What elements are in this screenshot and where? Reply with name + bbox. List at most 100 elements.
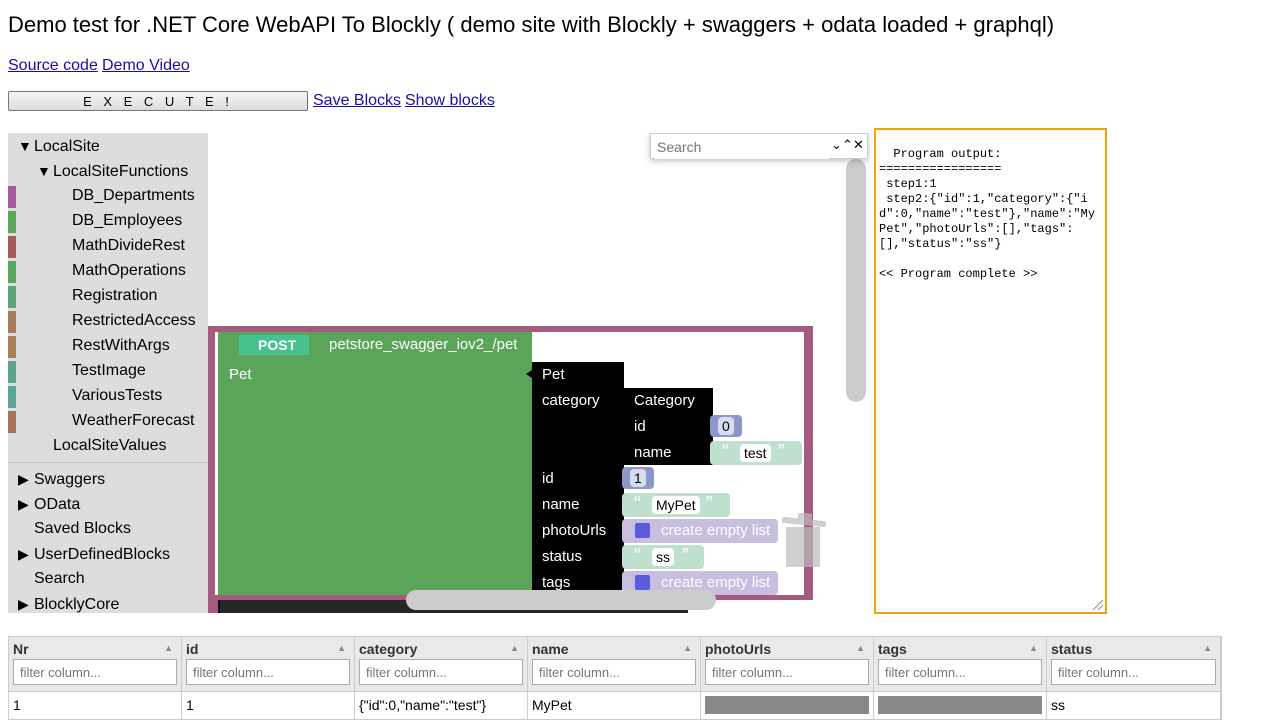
results-grid: Nr▲1id▲1category▲{"id":0,"name":"test"}n… xyxy=(8,636,1222,720)
column-header[interactable]: id ▲ xyxy=(182,637,355,691)
demo-video-link[interactable]: Demo Video xyxy=(102,57,190,75)
category-color-bar xyxy=(8,261,16,283)
sort-icon[interactable]: ▲ xyxy=(1029,643,1038,653)
toolbox-item-localsitevalues[interactable]: LocalSiteValues xyxy=(37,435,167,457)
toolbox-item-label: Registration xyxy=(72,287,158,304)
column-header-label: tags xyxy=(878,641,907,657)
quote-close-icon: ” xyxy=(706,493,713,515)
photo-urls-label: photoUrls xyxy=(542,522,607,539)
execute-button[interactable]: E X E C U T E ! xyxy=(8,91,308,111)
filter-input[interactable] xyxy=(13,659,177,685)
filter-input[interactable] xyxy=(1051,659,1216,685)
table-cell: 1 xyxy=(182,691,355,719)
post-block[interactable] xyxy=(218,332,532,595)
workspace-search: ⌄ ⌃ ✕ xyxy=(650,133,868,159)
toolbox-item-localsitefunctions[interactable]: ▼ LocalSiteFunctions xyxy=(37,160,188,182)
collapsed-triangle-icon: ▶ xyxy=(18,546,29,562)
quote-close-icon: ” xyxy=(778,441,785,463)
column-header[interactable]: status ▲ xyxy=(1047,637,1221,691)
endpoint-label: petstore_swagger_iov2_/pet xyxy=(329,336,518,353)
toolbox-item-db-departments[interactable]: DB_Departments xyxy=(56,185,195,207)
column-header[interactable]: name ▲ xyxy=(528,637,701,691)
tags-label: tags xyxy=(542,574,571,591)
name-field[interactable]: MyPet xyxy=(652,496,700,514)
id-field[interactable]: 1 xyxy=(630,469,646,487)
filter-input[interactable] xyxy=(878,659,1042,685)
toolbox-item-testimage[interactable]: TestImage xyxy=(56,360,146,382)
category-name-field[interactable]: test xyxy=(740,444,771,462)
sort-icon[interactable]: ▲ xyxy=(164,643,173,653)
column-header[interactable]: photoUrls ▲ xyxy=(701,637,874,691)
category-color-bar xyxy=(8,336,16,358)
quote-close-icon: ” xyxy=(682,545,689,567)
filter-input[interactable] xyxy=(705,659,869,685)
empty-list-bar xyxy=(705,696,869,714)
filter-input[interactable] xyxy=(532,659,696,685)
vertical-scrollbar[interactable] xyxy=(846,159,866,402)
gear-icon[interactable] xyxy=(635,523,650,538)
save-blocks-link[interactable]: Save Blocks xyxy=(313,92,401,110)
column-header[interactable]: tags ▲ xyxy=(874,637,1047,691)
toolbox-item-search[interactable]: Search xyxy=(18,568,85,590)
toolbox-item-mathoperations[interactable]: MathOperations xyxy=(56,260,186,282)
table-cell xyxy=(874,691,1047,719)
status-field[interactable]: ss xyxy=(652,548,674,566)
toolbox-item-label: OData xyxy=(34,496,81,513)
toolbox-item-restrictedaccess[interactable]: RestrictedAccess xyxy=(56,310,196,332)
category-color-bar xyxy=(8,361,16,383)
search-prev-icon[interactable]: ⌃ xyxy=(842,137,853,153)
toolbox-item-label: LocalSite xyxy=(34,138,100,155)
sort-icon[interactable]: ▲ xyxy=(510,643,519,653)
category-id-field[interactable]: 0 xyxy=(718,417,734,435)
category-color-bar xyxy=(8,411,16,433)
column-header[interactable]: Nr ▲ xyxy=(9,637,182,691)
name-label: name xyxy=(542,496,580,513)
toolbox-item-varioustests[interactable]: VariousTests xyxy=(56,385,162,407)
toolbox-item-label: TestImage xyxy=(72,362,146,379)
filter-input[interactable] xyxy=(186,659,350,685)
toolbox-item-restwithargs[interactable]: RestWithArgs xyxy=(56,335,170,357)
trash-icon[interactable] xyxy=(782,513,826,569)
toolbox-item-saved-blocks[interactable]: Saved Blocks xyxy=(18,518,131,540)
toolbox-item-userdefinedblocks[interactable]: ▶ UserDefinedBlocks xyxy=(18,543,170,565)
toolbox-item-mathdividerest[interactable]: MathDivideRest xyxy=(56,235,185,257)
toolbox-item-label: MathOperations xyxy=(72,262,186,279)
column-header-label: id xyxy=(186,641,199,657)
post-method-label: POST xyxy=(258,337,297,353)
blockly-workspace[interactable]: POST petstore_swagger_iov2_/pet Pet Pet … xyxy=(208,133,870,613)
expanded-triangle-icon: ▼ xyxy=(18,138,32,154)
toolbox-item-db-employees[interactable]: DB_Employees xyxy=(56,210,182,232)
close-icon[interactable]: ✕ xyxy=(853,137,864,153)
block-canvas xyxy=(208,326,813,613)
column-header-label: photoUrls xyxy=(705,641,772,657)
horizontal-scrollbar[interactable] xyxy=(406,590,716,610)
page-title: Demo test for .NET Core WebAPI To Blockl… xyxy=(8,12,1055,37)
column-header[interactable]: category ▲ xyxy=(355,637,528,691)
toolbox-item-localsite[interactable]: ▼ LocalSite xyxy=(18,135,100,157)
table-cell: {"id":0,"name":"test"} xyxy=(355,691,528,719)
filter-input[interactable] xyxy=(359,659,523,685)
resize-handle-icon[interactable] xyxy=(1091,598,1103,610)
toolbox-item-odata[interactable]: ▶ OData xyxy=(18,493,80,515)
toolbox-item-swaggers[interactable]: ▶ Swaggers xyxy=(18,468,105,490)
sort-icon[interactable]: ▲ xyxy=(856,643,865,653)
toolbox-item-weatherforecast[interactable]: WeatherForecast xyxy=(56,410,194,432)
gear-icon[interactable] xyxy=(635,575,650,590)
toolbox-item-label: Saved Blocks xyxy=(34,520,131,537)
pet-title: Pet xyxy=(542,366,565,383)
sort-icon[interactable]: ▲ xyxy=(1203,643,1212,653)
workspace-search-input[interactable] xyxy=(655,135,829,159)
search-next-icon[interactable]: ⌄ xyxy=(831,137,842,153)
sort-icon[interactable]: ▲ xyxy=(683,643,692,653)
show-blocks-link[interactable]: Show blocks xyxy=(405,92,495,110)
source-code-link[interactable]: Source code xyxy=(8,57,98,75)
toolbox-item-label: WeatherForecast xyxy=(72,412,195,429)
table-cell: 1 xyxy=(9,691,182,719)
table-cell: ss xyxy=(1047,691,1221,719)
toolbox-item-label: BlocklyCore xyxy=(34,596,120,613)
toolbox-item-blocklycore[interactable]: ▶ BlocklyCore xyxy=(18,593,119,613)
toolbox-item-registration[interactable]: Registration xyxy=(56,285,157,307)
category-color-bar xyxy=(8,236,16,258)
sort-icon[interactable]: ▲ xyxy=(337,643,346,653)
program-output[interactable]: Program output: ================= step1:… xyxy=(874,128,1107,614)
